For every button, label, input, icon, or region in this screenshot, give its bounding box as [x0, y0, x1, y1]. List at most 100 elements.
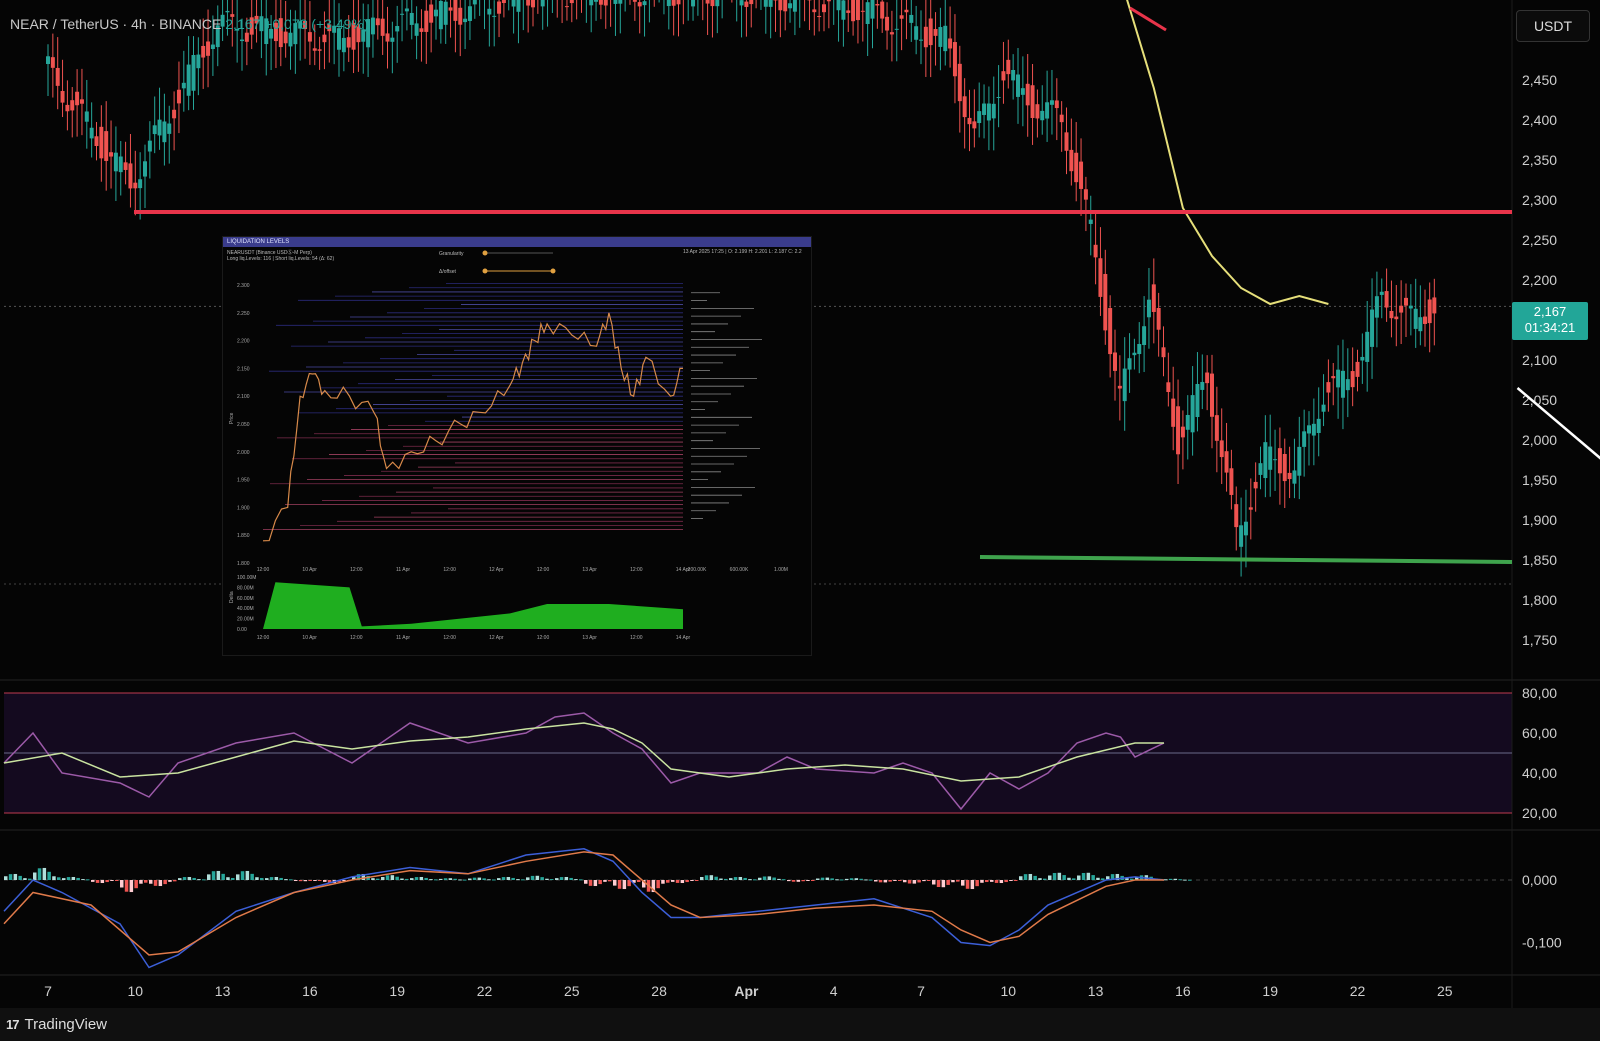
macd-histogram-bar [656, 880, 660, 889]
time-axis-label: 10 [128, 983, 144, 999]
macd-histogram-bar [33, 872, 37, 880]
candle-body [870, 0, 875, 19]
candle-body [1137, 344, 1142, 355]
candle-body [1064, 132, 1069, 151]
macd-histogram-bar [874, 880, 878, 882]
candle-body [885, 16, 890, 31]
macd-histogram-bar [961, 880, 965, 886]
inset-y-tick: 1.950 [237, 478, 250, 484]
candle-body [1297, 446, 1302, 476]
candle-body [1229, 468, 1234, 495]
macd-histogram-bar [550, 879, 554, 881]
macd-histogram-bar [816, 878, 820, 880]
macd-histogram-bar [695, 880, 699, 881]
macd-histogram-bar [709, 875, 714, 880]
macd-histogram-bar [526, 877, 530, 880]
macd-histogram-bar [216, 870, 221, 880]
candle-body [569, 0, 574, 4]
candle-body [991, 103, 996, 119]
candle-body [448, 7, 453, 11]
inset-price-line [262, 312, 683, 542]
candle-body [943, 25, 948, 52]
candle-body [424, 10, 429, 32]
candle-body [1190, 395, 1195, 433]
macd-histogram-bar [1072, 878, 1076, 880]
candle-body [1079, 161, 1084, 189]
candle-body [1360, 356, 1365, 361]
macd-histogram-bar [975, 880, 979, 887]
currency-button[interactable]: USDT [1516, 10, 1590, 42]
candle-body [875, 4, 880, 6]
time-axis-label: 16 [1175, 983, 1191, 999]
macd-histogram-bar [472, 877, 477, 880]
macd-histogram-bar [738, 876, 743, 880]
candle-body [1302, 431, 1307, 447]
candle-body [409, 12, 414, 25]
macd-histogram-bar [878, 880, 883, 883]
macd-histogram-bar [854, 878, 859, 880]
macd-histogram-bar [323, 880, 327, 882]
candle-body [792, 0, 797, 12]
macd-histogram-bar [173, 880, 177, 882]
tradingview-logo[interactable]: 17 TradingView [6, 1016, 107, 1033]
macd-histogram-bar [245, 870, 250, 880]
candle-body [307, 32, 312, 42]
candle-body [1122, 368, 1127, 402]
inset-delta-x-tick: 14 Apr [676, 635, 691, 641]
macd-histogram-bar [115, 880, 119, 881]
candle-body [1243, 521, 1248, 536]
candle-body [191, 55, 196, 91]
time-axis-label: 7 [917, 983, 925, 999]
macd-histogram-bar [946, 880, 950, 885]
candle-body [46, 56, 50, 64]
macd-histogram-bar [211, 871, 216, 880]
symbol-name: NEAR / TetherUS · 4h · BINANCE [10, 16, 222, 32]
macd-histogram-bar [849, 878, 854, 880]
macd-histogram-bar [390, 875, 395, 880]
macd-histogram-bar [434, 879, 438, 881]
macd-histogram-bar [661, 880, 665, 884]
macd-histogram-bar [506, 876, 511, 880]
inset-x-tick: 12:00 [537, 567, 550, 573]
candle-body [104, 131, 109, 161]
macd-histogram-bar [743, 877, 747, 880]
macd-histogram-bar [801, 880, 805, 882]
macd-histogram-bar [439, 878, 443, 880]
candle-body [128, 163, 133, 189]
inset-x-tick: 12:00 [443, 567, 456, 573]
macd-histogram-bar [453, 878, 457, 880]
candle-body [244, 32, 249, 42]
candle-body [526, 0, 531, 6]
candle-body [1161, 347, 1166, 358]
candle-body [419, 28, 424, 32]
macd-histogram-bar [376, 878, 380, 880]
candle-body [1132, 352, 1137, 356]
macd-histogram-bar [1086, 872, 1091, 880]
delta-area [263, 582, 683, 629]
macd-histogram-bar [8, 874, 13, 880]
candle-body [603, 0, 608, 6]
macd-histogram-bar [405, 878, 409, 880]
macd-histogram-bar [124, 880, 129, 892]
inset-x-tick: 11 Apr [396, 567, 410, 573]
macd-histogram-bar [289, 879, 293, 881]
candle-body [676, 0, 681, 5]
macd-histogram-bar [864, 879, 868, 881]
candle-body [1214, 415, 1219, 441]
macd-histogram-bar [178, 878, 182, 880]
inset-delta-x-tick: 11 Apr [396, 635, 410, 641]
candle-body [865, 2, 870, 24]
candle-body [928, 18, 933, 46]
macd-histogram-bar [91, 880, 95, 882]
macd-histogram-bar [1019, 876, 1023, 880]
macd-histogram-bar [704, 875, 709, 880]
macd-histogram-bar [255, 877, 259, 880]
candle-body [79, 99, 84, 104]
macd-histogram-bar [66, 877, 71, 880]
candle-body [846, 10, 851, 13]
macd-histogram-bar [714, 876, 718, 880]
macd-histogram-bar [1164, 879, 1168, 881]
candle-body [1195, 384, 1200, 418]
macd-histogram-bar [207, 874, 211, 880]
macd-histogram-bar [47, 871, 51, 880]
